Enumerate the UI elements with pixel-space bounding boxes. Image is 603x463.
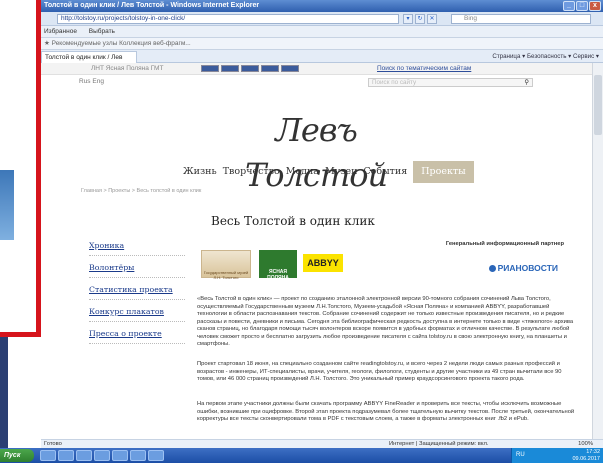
vertical-scrollbar[interactable] xyxy=(592,63,603,439)
social-icon[interactable] xyxy=(221,65,239,72)
partner-label: Генеральный информационный партнер xyxy=(445,241,564,247)
desktop-image-fragment xyxy=(0,170,14,240)
content-paragraph: На первом этапе участники должны были ск… xyxy=(197,401,575,422)
nav-item-events[interactable]: События xyxy=(363,161,407,183)
ie-taskbar-icon[interactable] xyxy=(40,450,56,461)
refresh-icon[interactable]: ↻ xyxy=(415,14,425,24)
chrome-taskbar-icon[interactable] xyxy=(76,450,92,461)
social-icon[interactable] xyxy=(281,65,299,72)
clock[interactable]: 17:32 09.06.2017 xyxy=(572,449,600,463)
content-paragraph: Проект стартовал 18 июня, на специально … xyxy=(197,361,562,382)
clock-time: 17:32 xyxy=(586,449,600,455)
social-icon[interactable] xyxy=(261,65,279,72)
lang-row: Rus Eng Поиск по сайту ⚲ xyxy=(41,75,592,89)
favorites-star-icon[interactable]: ★ xyxy=(44,40,50,47)
sidebar-item-chronicle[interactable]: Хроника xyxy=(89,236,185,256)
status-text: Готово xyxy=(44,441,62,447)
tab-bar: Толстой в один клик / Лев Толстой Страни… xyxy=(41,50,603,72)
site-top-strip: ЛНТ Ясная Поляна ГМТ Поиск по тематическ… xyxy=(41,63,592,75)
menu-bar: Избранное Выбрать xyxy=(41,26,603,38)
site-search-input[interactable]: Поиск по сайту ⚲ xyxy=(368,78,533,87)
search-input[interactable]: Bing xyxy=(451,14,591,24)
site-search-placeholder: Поиск по сайту xyxy=(372,79,417,86)
address-field[interactable]: http://tolstoy.ru/projects/tolstoy-in-on… xyxy=(57,14,399,24)
favorite-link[interactable]: Коллекция веб-фрагм... xyxy=(119,40,191,47)
explorer-taskbar-icon[interactable] xyxy=(58,450,74,461)
partners-block: Генеральный информационный партнер Госуд… xyxy=(199,236,574,286)
maximize-button[interactable]: □ xyxy=(576,1,588,11)
nav-item-life[interactable]: Жизнь xyxy=(183,161,217,183)
nav-item-media[interactable]: Медиа xyxy=(286,161,319,183)
abbyy-logo[interactable]: ABBYY xyxy=(303,254,343,272)
taskbar-apps xyxy=(40,450,164,461)
nav-item-works[interactable]: Творчество xyxy=(223,161,280,183)
ria-logo-text: РИАНОВОСТИ xyxy=(497,263,558,273)
ria-circle-icon xyxy=(488,265,496,273)
social-icon[interactable] xyxy=(241,65,259,72)
start-button[interactable]: Пуск xyxy=(0,449,34,462)
input-language[interactable]: RU xyxy=(516,452,525,459)
stop-icon[interactable]: ✕ xyxy=(427,14,437,24)
ria-novosti-logo[interactable]: РИАНОВОСТИ xyxy=(488,263,558,273)
social-icon[interactable] xyxy=(201,65,219,72)
address-bar-row: http://tolstoy.ru/projects/tolstoy-in-on… xyxy=(41,12,603,26)
status-bar: Готово Интернет | Защищенный режим: вкл.… xyxy=(41,439,603,448)
menu-item-select[interactable]: Выбрать xyxy=(89,28,115,35)
browser-tab[interactable]: Толстой в один клик / Лев Толстой xyxy=(41,51,137,72)
scrollbar-thumb[interactable] xyxy=(594,75,602,135)
breadcrumb[interactable]: Главная > Проекты > Весь толстой в один … xyxy=(81,188,201,194)
screen: Толстой в один клик / Лев Толстой - Wind… xyxy=(0,0,603,463)
museum-logo[interactable]: Государственный музей Л.Н. Толстого xyxy=(201,250,251,280)
search-icon[interactable]: ⚲ xyxy=(524,79,529,86)
sidebar-item-volunteers[interactable]: Волонтёры xyxy=(89,258,185,278)
window-controls: _ □ x xyxy=(563,1,601,11)
favorite-link[interactable]: Рекомендуемые узлы xyxy=(52,40,118,47)
sidebar-item-poster-contest[interactable]: Конкурс плакатов xyxy=(89,302,185,322)
clock-date: 09.06.2017 xyxy=(572,456,600,462)
window-title-bar: Толстой в один клик / Лев Толстой - Wind… xyxy=(41,0,603,12)
menu-item-favorites[interactable]: Избранное xyxy=(44,28,77,35)
nav-item-museums[interactable]: Музеи xyxy=(325,161,357,183)
close-button[interactable]: x xyxy=(589,1,601,11)
nav-item-projects[interactable]: Проекты xyxy=(413,161,474,183)
app-taskbar-icon[interactable] xyxy=(130,450,146,461)
yasnaya-polyana-logo[interactable]: ЯСНАЯ ПОЛЯНА xyxy=(259,250,297,281)
app-taskbar-icon[interactable] xyxy=(94,450,110,461)
sidebar-item-press[interactable]: Пресса о проекте xyxy=(89,324,185,344)
main-navigation: Жизнь Творчество Медиа Музеи События Про… xyxy=(41,161,592,183)
dropdown-icon[interactable]: ▾ xyxy=(403,14,413,24)
site-search-link[interactable]: Поиск по тематическим сайтам xyxy=(377,63,471,75)
address-nav-buttons: ▾ ↻ ✕ xyxy=(403,14,437,24)
system-tray: RU 17:32 09.06.2017 xyxy=(511,448,603,463)
app-taskbar-icon[interactable] xyxy=(112,450,128,461)
slide-frame xyxy=(0,0,41,337)
site-logo[interactable]: Левъ Толстой xyxy=(211,108,421,194)
window-title: Толстой в один клик / Лев Толстой - Wind… xyxy=(44,2,260,9)
social-icons xyxy=(201,65,299,72)
page-title: Весь Толстой в один клик xyxy=(211,214,375,228)
taskbar: Пуск RU 17:32 09.06.2017 xyxy=(0,448,603,463)
command-bar[interactable]: Страница ▾ Безопасность ▾ Сервис ▾ xyxy=(492,50,599,63)
app-taskbar-icon[interactable] xyxy=(148,450,164,461)
sidebar-item-statistics[interactable]: Статистика проекта xyxy=(89,280,185,300)
favorites-bar: ★ Рекомендуемые узлы Коллекция веб-фрагм… xyxy=(41,38,603,50)
minimize-button[interactable]: _ xyxy=(563,1,575,11)
site-top-links[interactable]: ЛНТ Ясная Поляна ГМТ xyxy=(91,63,163,75)
content-paragraph: «Весь Толстой в один клик» — проект по с… xyxy=(197,296,574,347)
sidebar: Хроника Волонтёры Статистика проекта Кон… xyxy=(89,236,185,346)
page-viewport: ЛНТ Ясная Поляна ГМТ Поиск по тематическ… xyxy=(41,63,592,439)
language-switch[interactable]: Rus Eng xyxy=(79,75,104,89)
